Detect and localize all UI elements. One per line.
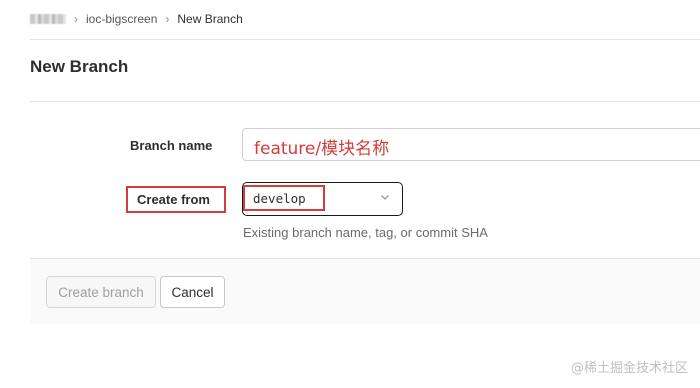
page-title: New Branch — [30, 57, 129, 76]
breadcrumb-current: New Branch — [177, 12, 243, 26]
breadcrumb-separator: › — [165, 12, 170, 26]
title-divider — [30, 101, 700, 102]
cancel-button[interactable]: Cancel — [160, 276, 225, 308]
branch-name-input[interactable]: feature/模块名称 — [242, 128, 700, 161]
create-from-help-text: Existing branch name, tag, or commit SHA — [243, 225, 488, 240]
breadcrumb-namespace-redacted[interactable] — [30, 14, 66, 24]
create-from-label: Create from — [137, 192, 210, 207]
branch-name-value: feature/模块名称 — [254, 139, 390, 159]
watermark: @稀土掘金技术社区 — [570, 361, 688, 376]
branch-name-label: Branch name — [130, 138, 213, 153]
create-from-value: develop — [253, 191, 306, 206]
breadcrumb-separator: › — [74, 12, 78, 26]
breadcrumb-project-link[interactable]: ioc-bigscreen — [86, 12, 157, 26]
header-divider — [30, 39, 700, 40]
form-actions: Create branch Cancel — [30, 258, 700, 324]
create-branch-button[interactable]: Create branch — [46, 276, 156, 308]
create-from-select[interactable]: develop — [242, 182, 403, 216]
chevron-down-icon — [381, 195, 389, 200]
breadcrumb: › ioc-bigscreen › New Branch — [30, 10, 243, 28]
